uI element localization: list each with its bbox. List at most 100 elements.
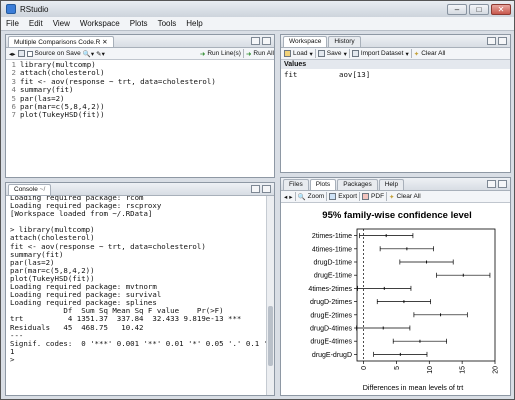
console-output[interactable]: Loading required package: rcom Loading re… [6,196,274,395]
plot-area: 95% family-wise confidence level Differe… [281,203,510,393]
run-all-button[interactable]: ➜ Run All [246,50,274,58]
tab-history[interactable]: History [328,36,361,47]
maximize-pane-button[interactable] [262,37,271,45]
menu-view[interactable]: View [48,19,75,28]
close-button[interactable]: ✕ [491,3,511,15]
import-dataset-button[interactable]: Import Dataset ▾ [351,50,409,58]
pdf-button[interactable]: PDF [362,193,384,200]
y-tick-label: 2times-1time [312,233,352,240]
menu-bar: File Edit View Workspace Plots Tools Hel… [1,17,514,31]
menu-edit[interactable]: Edit [24,19,48,28]
export-label: Export [338,193,358,200]
tab-plots[interactable]: Plots [309,179,337,190]
source-on-save-toggle[interactable]: Source on Save [26,50,81,57]
save-label: Save [326,50,342,57]
var-name: fit [284,70,298,79]
console-line: > [10,354,15,364]
console-scrollbar[interactable] [266,196,274,395]
minimize-pane-button[interactable] [487,180,496,188]
tab-packages[interactable]: Packages [337,179,378,190]
minimize-pane-button[interactable] [251,37,260,45]
workspace-row[interactable]: fit aov[13] [281,69,510,80]
console-pane: Console ~/ Loading required package: rco… [5,182,275,396]
clear-all-label: Clear All [421,50,446,57]
chart-title: 95% family-wise confidence level [322,210,471,221]
zoom-button[interactable]: 🔍 Zoom [298,193,325,201]
x-tick-label: 0 [361,366,368,370]
load-button[interactable]: Load ▾ [284,50,313,58]
editor-pane: Multiple Comparisons Code.R ✕ ◂▸ Source … [5,34,275,178]
code-text: plot(TukeyHSD(fit)) [20,110,105,120]
save-button[interactable]: Save ▾ [317,50,347,58]
menu-workspace[interactable]: Workspace [75,19,125,28]
clear-all-button[interactable]: ✦ Clear All [414,50,446,58]
x-axis-label: Differences in mean levels of trt [363,383,464,392]
line-number: 7 [11,110,16,120]
y-tick-label: drugE-2times [310,312,352,319]
y-tick-label: drugE-1time [314,273,352,280]
run-all-label: Run All [253,50,274,57]
window-title: RStudio [20,4,49,14]
console-line: [Workspace loaded from ~/.RData] [10,209,153,219]
y-tick-label: drugD-4times [310,326,353,333]
y-tick-label: 4times-1time [312,246,352,253]
minimize-pane-button[interactable] [487,37,496,45]
menu-tools[interactable]: Tools [153,19,182,28]
x-tick-label: 10 [427,366,434,374]
minimize-pane-button[interactable] [251,185,260,193]
tab-console[interactable]: Console ~/ [8,184,52,195]
clear-plots-button[interactable]: ✦ Clear All [389,193,421,201]
menu-file[interactable]: File [1,19,24,28]
pdf-label: PDF [371,193,385,200]
code-line: 7 plot(TukeyHSD(fit)) [6,110,216,120]
minimize-button[interactable]: – [447,3,467,15]
zoom-icon: 🔍 [297,193,306,201]
save-icon[interactable] [17,50,25,57]
export-button[interactable]: Export [329,193,357,200]
maximize-pane-button[interactable] [498,37,507,45]
maximize-pane-button[interactable] [262,185,271,193]
code-editor[interactable]: 1 library(multcomp) 2 attach(cholesterol) 3 f… [6,60,274,172]
console-line: 1 [10,346,15,356]
menu-plots[interactable]: Plots [125,19,153,28]
next-plot-button[interactable]: ▸ [289,193,292,201]
tab-help[interactable]: Help [378,179,405,190]
y-tick-label: 4times-2times [308,286,352,293]
y-tick-label: drugE-drugD [312,352,352,359]
y-tick-label: drugD-1time [313,260,352,267]
console-line: Residuals 45 468.75 10.42 [10,322,144,332]
x-tick-label: 15 [460,366,467,374]
run-lines-label: Run Line(s) [207,50,241,57]
tab-workspace[interactable]: Workspace [283,36,328,47]
var-value: aov[13] [339,70,371,79]
source-on-save-label: Source on Save [34,50,81,57]
tab-files[interactable]: Files [283,179,309,190]
maximize-button[interactable]: □ [469,3,489,15]
y-tick-label: drugD-2times [310,299,353,306]
values-header: Values [281,60,510,69]
console-line: Signif. codes: 0 '***' 0.001 '**' 0.01 '… [10,338,274,348]
rstudio-window: RStudio – □ ✕ File Edit View Workspace P… [0,0,515,400]
previous-plot-button[interactable]: ◂ [284,193,287,201]
console-tab-label: Console [14,186,38,193]
back-button[interactable]: ◂▸ [9,50,16,58]
tukey-chart: 95% family-wise confidence level Differe… [308,210,500,392]
run-lines-button[interactable]: ➜ Run Line(s) [200,50,241,58]
load-label: Load [293,50,308,57]
import-dataset-label: Import Dataset [360,50,404,57]
maximize-pane-button[interactable] [498,180,507,188]
y-tick-label: drugE-4times [310,339,352,346]
rstudio-logo-icon [6,4,16,14]
zoom-label: Zoom [307,193,325,200]
wand-icon[interactable]: ✎▾ [96,50,105,58]
clear-plots-label: Clear All [396,193,421,200]
editor-tab-label: Multiple Comparisons Code.R [14,39,101,46]
plots-pane: Files Plots Packages Help ◂ ▸ 🔍 Zoom Expo… [280,177,511,396]
workspace-pane: Workspace History Load ▾ Save ▾ Import Dat… [280,34,511,173]
x-tick-label: 5 [394,366,401,370]
x-tick-label: 20 [493,366,500,374]
menu-help[interactable]: Help [181,19,207,28]
search-icon[interactable]: 🔍▾ [83,50,94,58]
editor-tab[interactable]: Multiple Comparisons Code.R ✕ [8,36,114,47]
title-bar: RStudio – □ ✕ [1,1,514,17]
